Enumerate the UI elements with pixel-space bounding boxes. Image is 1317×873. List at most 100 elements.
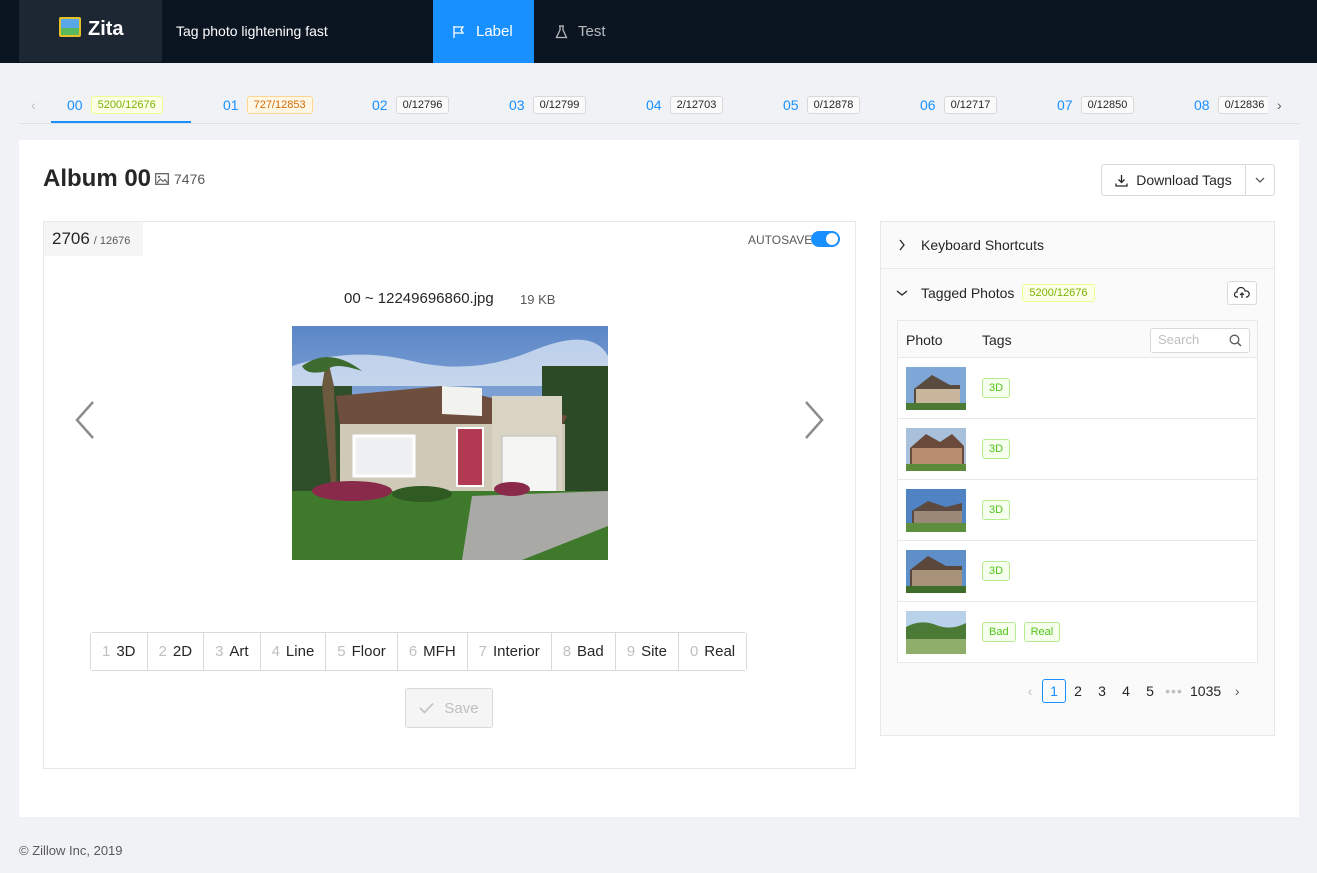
sidebar-panel: Keyboard Shortcuts Tagged Photos 5200/12… (880, 221, 1275, 736)
row-tags: 3D (982, 561, 1011, 581)
tag-button-site[interactable]: 9 Site (615, 633, 679, 670)
table-row[interactable]: 3D (898, 358, 1257, 419)
album-tab-05[interactable]: 05 0/12878 (783, 87, 861, 123)
photo-filesize: 19 KB (520, 292, 556, 307)
app-name: Zita (88, 18, 124, 40)
tag-hotkey: 5 (337, 643, 346, 660)
table-row[interactable]: 3D (898, 419, 1257, 480)
download-icon (1115, 174, 1128, 187)
page-4[interactable]: 4 (1114, 679, 1138, 703)
page-3[interactable]: 3 (1090, 679, 1114, 703)
picture-icon (59, 17, 81, 37)
tab-count-badge: 0/12717 (943, 96, 998, 114)
next-page-icon[interactable]: › (1225, 679, 1249, 703)
autosave-label: AUTOSAVE (748, 233, 813, 247)
previous-photo-icon[interactable] (74, 400, 96, 440)
row-tags: 3D (982, 378, 1011, 398)
tag-button-3d[interactable]: 1 3D (91, 633, 148, 670)
tag-hotkey: 2 (158, 643, 167, 660)
chevron-down-icon (1255, 177, 1265, 183)
tag-label: 2D (172, 643, 193, 660)
tag-button-real[interactable]: 0 Real (678, 633, 747, 670)
cloud-upload-icon (1234, 287, 1250, 298)
album-tab-01[interactable]: 01 727/12853 (223, 87, 313, 123)
photo-thumbnail[interactable] (906, 489, 966, 532)
page-ellipsis[interactable]: ••• (1162, 679, 1186, 703)
next-photo-icon[interactable] (803, 400, 825, 440)
page-5[interactable]: 5 (1138, 679, 1162, 703)
table-header: Photo Tags Search (898, 321, 1257, 358)
tab-number: 08 (1194, 97, 1210, 113)
album-tab-04[interactable]: 04 2/12703 (646, 87, 724, 123)
album-tab-07[interactable]: 07 0/12850 (1057, 87, 1135, 123)
album-tab-02[interactable]: 02 0/12796 (372, 87, 450, 123)
tag-label: MFH (423, 643, 456, 660)
album-photo-count: 7476 (155, 171, 205, 187)
tab-number: 02 (372, 97, 388, 113)
table-row[interactable]: 3D (898, 541, 1257, 602)
tagged-photos-header[interactable]: Tagged Photos 5200/12676 (881, 269, 1274, 316)
upload-tags-button[interactable] (1227, 281, 1257, 305)
tabs-prev-icon[interactable]: ‹ (31, 97, 36, 113)
column-header-tags: Tags (982, 332, 1012, 348)
tag-button-interior[interactable]: 7 Interior (467, 633, 552, 670)
flask-icon (555, 24, 568, 38)
album-tab-08[interactable]: 08 0/12836 (1194, 87, 1268, 123)
tab-number: 07 (1057, 97, 1073, 113)
tag-button-mfh[interactable]: 6 MFH (397, 633, 468, 670)
autosave-toggle[interactable] (811, 231, 840, 247)
tag-button-group: 1 3D 2 2D 3 Art 4 Line 5 Floor 6 MFH 7 Interior… (90, 632, 748, 671)
tag-label: 3D (116, 643, 136, 660)
photo-thumbnail[interactable] (906, 428, 966, 471)
photo-position-counter: 2706 / 12676 (44, 222, 143, 256)
check-icon (419, 702, 434, 714)
active-tab-indicator (51, 121, 191, 123)
tag-label: Line (285, 643, 315, 660)
tag-hotkey: 9 (626, 643, 636, 660)
tag-button-line[interactable]: 4 Line (260, 633, 327, 670)
tab-number: 04 (646, 97, 662, 113)
nav-label-text: Label (476, 23, 513, 40)
tag-chip: 3D (982, 500, 1011, 520)
photo-thumbnail[interactable] (906, 367, 966, 410)
album-tab-03[interactable]: 03 0/12799 (509, 87, 587, 123)
tag-button-bad[interactable]: 8 Bad (551, 633, 616, 670)
chevron-down-icon (896, 290, 908, 296)
prev-page-icon[interactable]: ‹ (1018, 679, 1042, 703)
tag-hotkey: 4 (271, 643, 280, 660)
tag-button-art[interactable]: 3 Art (204, 633, 261, 670)
album-title: Album 00 (43, 165, 152, 192)
row-tags: Bad Real (982, 622, 1061, 642)
save-button[interactable]: Save (405, 688, 493, 728)
page-2[interactable]: 2 (1066, 679, 1090, 703)
tagged-photos-table: Photo Tags Search 3D 3D 3D 3D Bad Real (897, 320, 1258, 663)
table-row[interactable]: 3D (898, 480, 1257, 541)
download-tags-button[interactable]: Download Tags (1101, 164, 1246, 196)
keyboard-shortcuts-header[interactable]: Keyboard Shortcuts (881, 222, 1274, 269)
app-logo[interactable]: Zita (19, 0, 162, 62)
tag-hotkey: 7 (478, 643, 487, 660)
search-input[interactable]: Search (1150, 328, 1250, 353)
tab-number: 00 (67, 97, 83, 113)
search-icon[interactable] (1229, 334, 1242, 347)
nav-test-text: Test (578, 23, 606, 40)
download-options-dropdown[interactable] (1245, 164, 1275, 196)
tag-button-floor[interactable]: 5 Floor (326, 633, 398, 670)
tagged-photos-label: Tagged Photos (921, 284, 1015, 301)
table-row[interactable]: Bad Real (898, 602, 1257, 663)
row-tags: 3D (982, 439, 1011, 459)
tag-hotkey: 8 (562, 643, 572, 660)
photo-thumbnail[interactable] (906, 611, 966, 654)
page-1[interactable]: 1 (1042, 679, 1066, 703)
tabs-next-icon[interactable]: › (1277, 97, 1282, 113)
tag-button-2d[interactable]: 2 2D (147, 633, 205, 670)
tag-hotkey: 0 (689, 643, 699, 660)
album-tab-00[interactable]: 00 5200/12676 (67, 87, 163, 123)
photo-thumbnail[interactable] (906, 550, 966, 593)
page-last[interactable]: 1035 (1186, 679, 1225, 703)
nav-label-tab[interactable]: Label (433, 0, 534, 63)
nav-test-tab[interactable]: Test (548, 0, 618, 63)
album-tab-06[interactable]: 06 0/12717 (920, 87, 998, 123)
pagination: ‹ 1 2 3 4 5 ••• 1035 › (1018, 678, 1249, 704)
tab-count-badge: 0/12850 (1080, 96, 1135, 114)
